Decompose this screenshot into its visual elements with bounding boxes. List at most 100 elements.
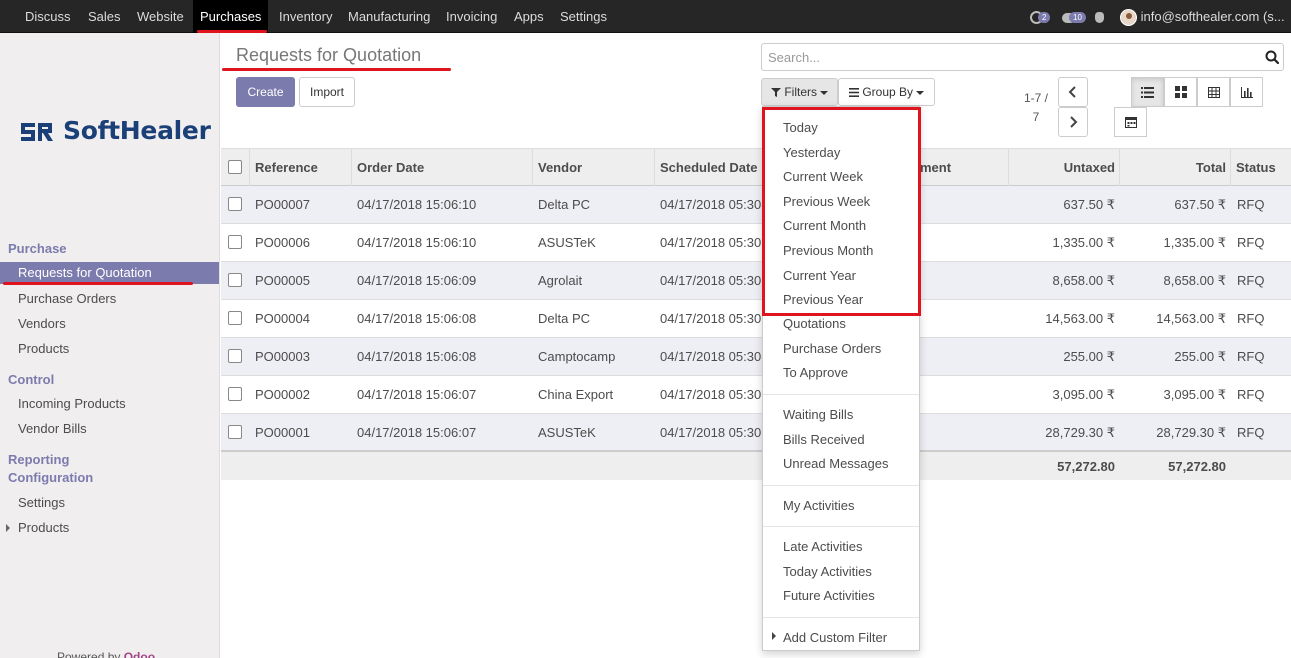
row-checkbox[interactable] bbox=[228, 273, 242, 287]
debug-menu[interactable] bbox=[1095, 0, 1104, 33]
softhealer-logo-icon bbox=[21, 123, 53, 141]
groupby-button[interactable]: Group By bbox=[838, 78, 935, 106]
import-button[interactable]: Import bbox=[299, 77, 355, 107]
column-header-partial[interactable]: ment bbox=[915, 149, 1009, 186]
odoo-link[interactable]: Odoo bbox=[124, 650, 155, 658]
annotation-highlight-box bbox=[762, 107, 921, 316]
cell-scheduled-date: 04/17/2018 05:30 bbox=[660, 235, 761, 250]
logo-text: SoftHealer bbox=[63, 116, 211, 145]
cell-total: 8,658.00 ₹ bbox=[1163, 273, 1227, 288]
sidebar-item-purchase-orders[interactable]: Purchase Orders bbox=[0, 288, 219, 310]
pager-value[interactable]: 1-7 / 7 bbox=[1020, 89, 1052, 127]
pager-range: 1-7 / bbox=[1023, 91, 1048, 105]
list-view-button[interactable] bbox=[1131, 77, 1164, 107]
table-row[interactable]: PO00001 04/17/2018 15:06:07 ASUSTeK 04/17/2… bbox=[221, 414, 1291, 452]
sidebar-heading-configuration[interactable]: Configuration bbox=[8, 470, 93, 485]
calendar-view-button[interactable] bbox=[1114, 107, 1147, 137]
app-menu-manufacturing[interactable]: Manufacturing bbox=[339, 0, 439, 33]
sidebar-heading-reporting[interactable]: Reporting bbox=[8, 452, 69, 467]
bar-chart-icon bbox=[1241, 87, 1253, 98]
filter-option-today-activities[interactable]: Today Activities bbox=[783, 562, 872, 582]
filter-option-unread-messages[interactable]: Unread Messages bbox=[783, 454, 889, 474]
app-menu-sales[interactable]: Sales bbox=[79, 0, 130, 33]
pager-next-button[interactable] bbox=[1058, 107, 1088, 137]
graph-view-button[interactable] bbox=[1230, 77, 1263, 107]
search-icon[interactable] bbox=[1265, 50, 1279, 64]
filters-button[interactable]: Filters bbox=[761, 78, 838, 106]
row-checkbox[interactable] bbox=[228, 311, 242, 325]
select-all-checkbox[interactable] bbox=[228, 160, 242, 174]
table-row[interactable]: PO00007 04/17/2018 15:06:10 Delta PC 04/17/… bbox=[221, 186, 1291, 224]
activity-menu[interactable]: 2 bbox=[1030, 0, 1051, 33]
table-row[interactable]: PO00004 04/17/2018 15:06:08 Delta PC 04/17/… bbox=[221, 300, 1291, 338]
app-menu-inventory[interactable]: Inventory bbox=[270, 0, 341, 33]
filter-option-to-approve[interactable]: To Approve bbox=[783, 363, 848, 383]
cell-vendor: Delta PC bbox=[538, 311, 591, 326]
filter-option-add-custom-filter[interactable]: Add Custom Filter bbox=[783, 628, 887, 648]
column-header-untaxed[interactable]: Untaxed bbox=[1008, 149, 1120, 186]
sidebar-item-products[interactable]: Products bbox=[0, 338, 219, 360]
sidebar-item-vendors[interactable]: Vendors bbox=[0, 313, 219, 335]
column-header-total[interactable]: Total bbox=[1119, 149, 1231, 186]
pivot-view-button[interactable] bbox=[1197, 77, 1230, 107]
cell-total: 255.00 ₹ bbox=[1174, 349, 1226, 364]
filter-option-waiting-bills[interactable]: Waiting Bills bbox=[783, 405, 853, 425]
sidebar-item-incoming-products[interactable]: Incoming Products bbox=[0, 393, 219, 415]
cell-total: 28,729.30 ₹ bbox=[1156, 425, 1226, 440]
filter-option-purchase-orders[interactable]: Purchase Orders bbox=[783, 339, 881, 359]
search-input[interactable] bbox=[762, 44, 1252, 70]
sidebar-item-config-products[interactable]: Products bbox=[0, 517, 219, 539]
row-checkbox[interactable] bbox=[228, 197, 242, 211]
filter-option-my-activities[interactable]: My Activities bbox=[783, 496, 855, 516]
column-header-reference[interactable]: Reference bbox=[249, 149, 352, 186]
cell-status: RFQ bbox=[1237, 349, 1265, 364]
app-menu-purchases[interactable]: Purchases bbox=[193, 0, 269, 33]
cell-scheduled-date: 04/17/2018 05:30 bbox=[660, 349, 761, 364]
menu-divider bbox=[763, 485, 919, 486]
pager-previous-button[interactable] bbox=[1058, 77, 1088, 107]
filter-option-bills-received[interactable]: Bills Received bbox=[783, 430, 865, 450]
column-header-order-date[interactable]: Order Date bbox=[351, 149, 533, 186]
powered-by-text: Powered by bbox=[57, 650, 121, 658]
cell-order-date: 04/17/2018 15:06:07 bbox=[357, 387, 477, 402]
create-button[interactable]: Create bbox=[236, 77, 295, 107]
filter-option-quotations[interactable]: Quotations bbox=[783, 314, 846, 334]
cell-reference: PO00004 bbox=[255, 311, 310, 326]
table-row[interactable]: PO00006 04/17/2018 15:06:10 ASUSTeK 04/17/2… bbox=[221, 224, 1291, 262]
row-checkbox[interactable] bbox=[228, 349, 242, 363]
table-row[interactable]: PO00003 04/17/2018 15:06:08 Camptocamp 04/1… bbox=[221, 338, 1291, 376]
app-menu-website[interactable]: Website bbox=[128, 0, 193, 33]
kanban-view-button[interactable] bbox=[1164, 77, 1197, 107]
column-header-vendor[interactable]: Vendor bbox=[532, 149, 655, 186]
user-menu[interactable]: info@softhealer.com (s... bbox=[1120, 0, 1285, 33]
app-menu-invoicing[interactable]: Invoicing bbox=[437, 0, 506, 33]
cell-scheduled-date: 04/17/2018 05:30 bbox=[660, 273, 761, 288]
menu-divider bbox=[763, 617, 919, 618]
app-menu-settings[interactable]: Settings bbox=[551, 0, 616, 33]
sidebar-item-vendor-bills[interactable]: Vendor Bills bbox=[0, 418, 219, 440]
messaging-menu[interactable]: 10 bbox=[1062, 0, 1086, 33]
app-menu-discuss[interactable]: Discuss bbox=[16, 0, 80, 33]
cell-vendor: ASUSTeK bbox=[538, 425, 596, 440]
groupby-label: Group By bbox=[862, 85, 914, 99]
annotation-underline-title bbox=[222, 68, 451, 71]
table-row[interactable]: PO00002 04/17/2018 15:06:07 China Export 04… bbox=[221, 376, 1291, 414]
column-header-scheduled-date[interactable]: Scheduled Date bbox=[654, 149, 764, 186]
menu-divider bbox=[763, 526, 919, 527]
sidebar-item-requests-for-quotation[interactable]: Requests for Quotation bbox=[0, 262, 219, 284]
pager-total: 7 bbox=[1032, 110, 1040, 124]
sidebar-item-settings[interactable]: Settings bbox=[0, 492, 219, 514]
sidebar-heading-control[interactable]: Control bbox=[8, 372, 54, 387]
user-email: info@softhealer.com (s... bbox=[1140, 9, 1285, 24]
filter-option-late-activities[interactable]: Late Activities bbox=[783, 537, 863, 557]
row-checkbox[interactable] bbox=[228, 387, 242, 401]
row-checkbox[interactable] bbox=[228, 235, 242, 249]
table-row[interactable]: PO00005 04/17/2018 15:06:09 Agrolait 04/17/… bbox=[221, 262, 1291, 300]
bug-icon bbox=[1095, 12, 1104, 24]
sidebar-heading-purchase[interactable]: Purchase bbox=[8, 241, 67, 256]
row-checkbox[interactable] bbox=[228, 425, 242, 439]
table-footer: 57,272.80 57,272.80 bbox=[221, 450, 1291, 480]
filter-option-future-activities[interactable]: Future Activities bbox=[783, 586, 875, 606]
column-header-status[interactable]: Status bbox=[1230, 149, 1291, 186]
app-menu-apps[interactable]: Apps bbox=[505, 0, 553, 33]
